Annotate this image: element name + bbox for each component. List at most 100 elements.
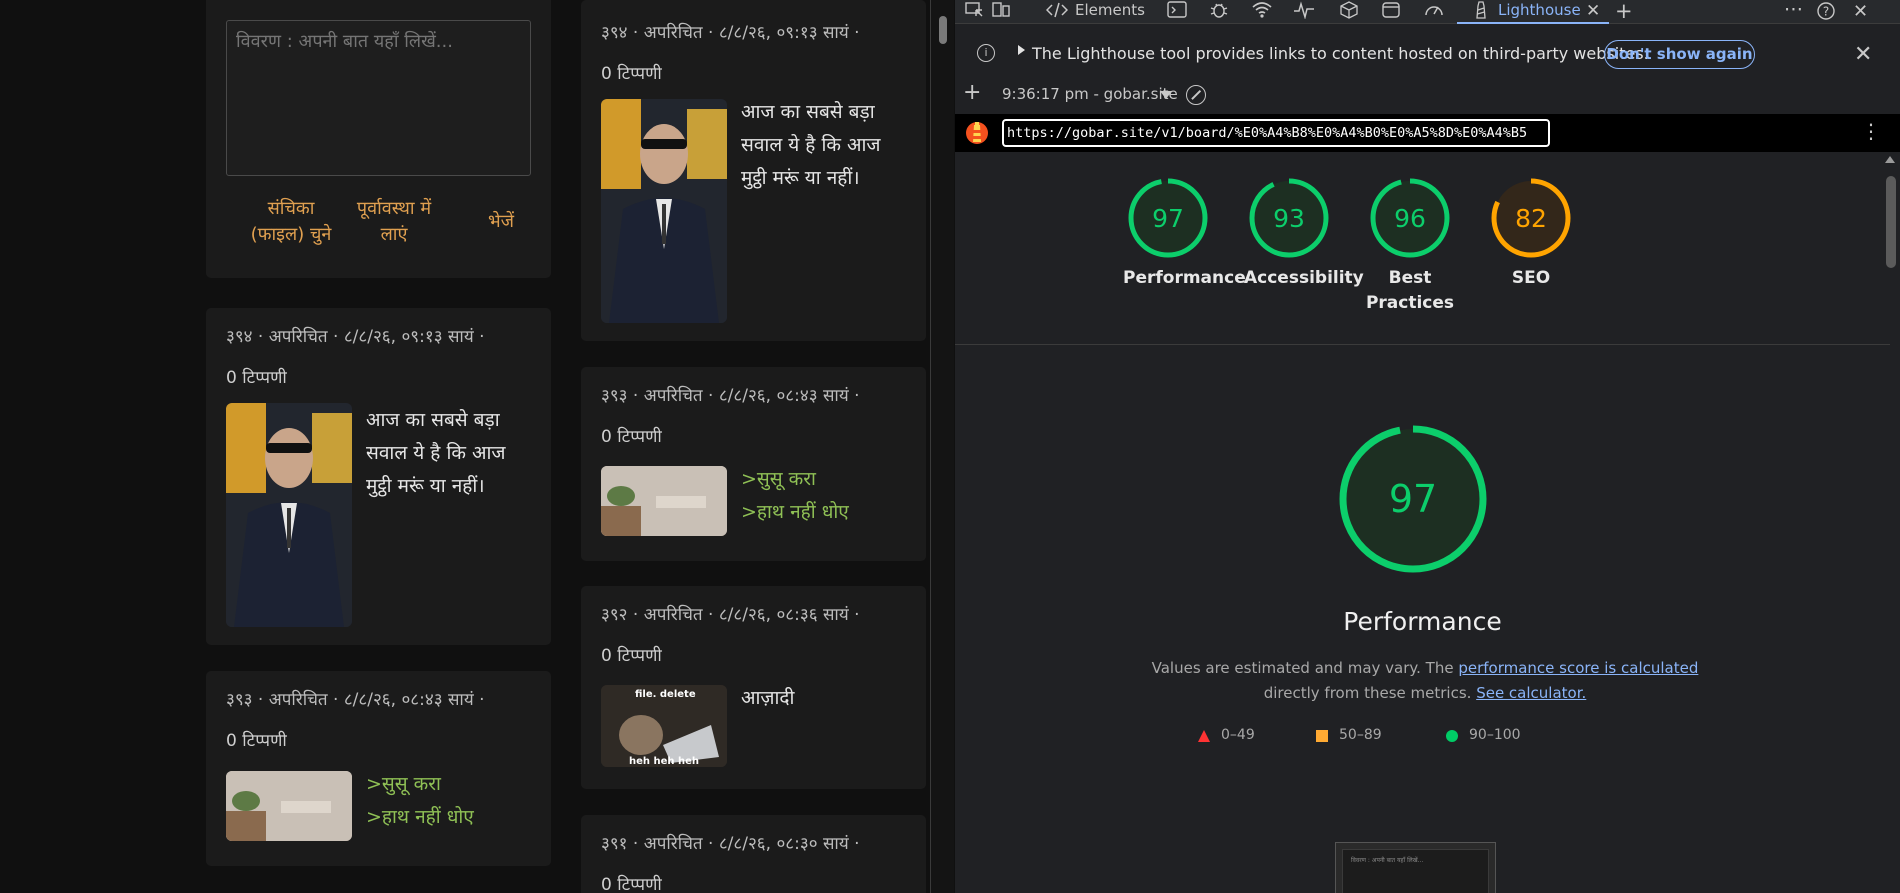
post-image[interactable] xyxy=(601,99,727,323)
comments-link[interactable]: 0 टिप्पणी xyxy=(601,643,662,666)
form-actions: संचिका (फाइल) चुने पूर्वावस्था में लाएं … xyxy=(226,196,531,256)
post-image-art xyxy=(226,403,352,627)
choose-file-label-1: संचिका xyxy=(267,198,315,219)
score-label: SEO xyxy=(1511,268,1551,288)
score-gauge-performance[interactable]: 97 Performance xyxy=(1123,176,1246,291)
clear-reports-icon[interactable] xyxy=(1186,85,1206,105)
dont-show-again-button[interactable]: Don't show again xyxy=(1604,40,1755,69)
application-icon[interactable] xyxy=(1381,1,1401,23)
memory-icon[interactable] xyxy=(1339,1,1359,23)
legend-pass: 90–100 xyxy=(1469,727,1521,743)
help-icon[interactable]: ? xyxy=(1816,1,1836,25)
performance-gauge-large: 97 xyxy=(1339,425,1487,573)
score-gauge-seo[interactable]: 82 SEO xyxy=(1486,176,1576,291)
report-scrollbar[interactable] xyxy=(1880,152,1900,893)
report-scrollbar-thumb[interactable] xyxy=(1886,176,1896,268)
info-bar: i The Lighthouse tool provides links to … xyxy=(955,36,1900,74)
desc-text: directly from these metrics. xyxy=(1263,684,1477,702)
legend-average: 50–89 xyxy=(1339,727,1382,743)
legend-fail: 0–49 xyxy=(1221,727,1255,743)
post-image[interactable] xyxy=(226,403,352,627)
report-selector[interactable]: 9:36:17 pm - gobar.site xyxy=(1002,85,1178,103)
lighthouse-icon xyxy=(1473,1,1489,23)
gauge-ring: 82 xyxy=(1491,178,1571,258)
post-card: ३९३ · अपरिचित · ८/८/२६, ०८:४३ सायं · 0 ट… xyxy=(206,671,551,866)
post-image[interactable] xyxy=(601,466,727,536)
see-calculator-link[interactable]: See calculator. xyxy=(1476,684,1586,702)
post-card: ३९४ · अपरिचित · ८/८/२६, ०९:१३ सायं · 0 ट… xyxy=(206,308,551,645)
tab-lighthouse[interactable]: Lighthouse xyxy=(1498,1,1581,19)
page-scrollbar[interactable] xyxy=(936,0,950,893)
post-form: संचिका (फाइल) चुने पूर्वावस्था में लाएं … xyxy=(206,0,551,278)
gauge-ring: 93 xyxy=(1249,178,1329,258)
post-text: आज़ादी xyxy=(741,687,795,709)
score-calculated-link[interactable]: performance score is calculated xyxy=(1458,659,1698,677)
post-image-art xyxy=(226,771,352,841)
devtools-tabbar: Elements Lighthouse ✕ + ⋯ ? ✕ xyxy=(955,0,1900,24)
post-meta: ३९१ · अपरिचित · ८/८/२६, ०८:३० सायं · xyxy=(601,834,860,854)
comments-link[interactable]: 0 टिप्पणी xyxy=(601,424,662,447)
post-meta: ३९४ · अपरिचित · ८/८/२६, ०९:१३ सायं · xyxy=(226,327,485,347)
post-image-art xyxy=(601,466,727,536)
new-report-icon[interactable]: + xyxy=(963,80,981,105)
comments-link[interactable]: 0 टिप्पणी xyxy=(601,61,662,84)
gauge-ring: 97 xyxy=(1128,178,1208,258)
console-icon[interactable] xyxy=(1167,1,1187,23)
bug-icon[interactable] xyxy=(1209,1,1229,23)
tab-elements[interactable]: Elements xyxy=(1075,1,1145,19)
add-tab-icon[interactable]: + xyxy=(1615,0,1633,23)
comments-link[interactable]: 0 टिप्पणी xyxy=(601,872,662,893)
more-icon[interactable]: ⋯ xyxy=(1784,0,1803,20)
choose-file-label-2: (फाइल) चुने xyxy=(250,224,332,245)
greentext-line: >सुसू करा xyxy=(741,468,816,490)
inspect-icon[interactable] xyxy=(965,1,985,23)
pass-circle-icon xyxy=(1446,730,1458,742)
score-value: 96 xyxy=(1394,204,1426,233)
gauge-icon[interactable] xyxy=(1423,1,1445,23)
page-scrollbar-thumb[interactable] xyxy=(939,16,947,44)
post-card: ३९३ · अपरिचित · ८/८/२६, ०८:४३ सायं · 0 ट… xyxy=(581,367,926,561)
page-screenshot-thumbnail[interactable]: विवरण : अपनी बात यहाँ लिखें... xyxy=(1335,842,1496,893)
expand-triangle-icon[interactable] xyxy=(1018,45,1025,55)
gauge-ring: 96 xyxy=(1370,178,1450,258)
scroll-up-arrow-icon[interactable] xyxy=(1885,156,1895,163)
performance-icon[interactable] xyxy=(1293,1,1315,23)
post-card: ३९२ · अपरिचित · ८/८/२६, ०८:३६ सायं · 0 ट… xyxy=(581,586,926,789)
score-label-line: Practices xyxy=(1365,293,1455,313)
device-icon[interactable] xyxy=(991,1,1011,23)
post-text: आज का सबसे बड़ा सवाल ये है कि आज मुट्ठी … xyxy=(366,409,506,497)
wifi-icon[interactable] xyxy=(1251,1,1273,23)
reset-button[interactable]: पूर्वावस्था में लाएं xyxy=(349,196,439,248)
report-url[interactable]: https://gobar.site/v1/board/%E0%A4%B8%E0… xyxy=(1002,119,1550,147)
reset-label-1: पूर्वावस्था में xyxy=(356,198,432,219)
post-text: आज का सबसे बड़ा सवाल ये है कि आज मुट्ठी … xyxy=(741,101,881,189)
score-gauge-accessibility[interactable]: 93 Accessibility xyxy=(1244,176,1364,291)
fail-triangle-icon xyxy=(1198,730,1210,742)
post-meta: ३९४ · अपरिचित · ८/८/२६, ०९:१३ सायं · xyxy=(601,23,860,43)
close-tab-icon[interactable]: ✕ xyxy=(1586,1,1600,21)
post-meta: ३९२ · अपरिचित · ८/८/२६, ०८:३६ सायं · xyxy=(601,605,860,625)
score-label: Best Practices xyxy=(1365,266,1455,316)
comments-link[interactable]: 0 टिप्पणी xyxy=(226,365,287,388)
info-text: The Lighthouse tool provides links to co… xyxy=(1032,44,1649,63)
post-image[interactable]: file. delete heh heh heh xyxy=(601,685,727,767)
post-card: ३९१ · अपरिचित · ८/८/२६, ०८:३० सायं · 0 ट… xyxy=(581,815,926,893)
score-gauge-best-practices[interactable]: 96 Best Practices xyxy=(1365,176,1455,316)
devtools-panel: Elements Lighthouse ✕ + ⋯ ? ✕ i The Ligh… xyxy=(955,0,1900,893)
send-button[interactable]: भेजें xyxy=(481,209,521,235)
performance-title: Performance xyxy=(1343,607,1502,636)
comments-link[interactable]: 0 टिप्पणी xyxy=(226,728,287,751)
report-menu-icon[interactable]: ⋮ xyxy=(1861,119,1881,143)
desc-text: Values are estimated and may vary. The xyxy=(1151,659,1459,677)
choose-file-button[interactable]: संचिका (फाइल) चुने xyxy=(246,196,336,248)
screenshot-text: विवरण : अपनी बात यहाँ लिखें... xyxy=(1351,857,1424,864)
description-textarea[interactable] xyxy=(226,20,531,176)
performance-description: Values are estimated and may vary. The p… xyxy=(1130,656,1720,706)
greentext-line: >हाथ नहीं धोए xyxy=(741,501,849,523)
greentext-line: >हाथ नहीं धोए xyxy=(366,806,474,828)
post-image[interactable] xyxy=(226,771,352,841)
close-infobar-icon[interactable]: ✕ xyxy=(1854,42,1872,67)
close-devtools-icon[interactable]: ✕ xyxy=(1853,1,1868,22)
dropdown-caret-icon[interactable] xyxy=(1160,91,1172,99)
meme-top-caption: file. delete xyxy=(635,689,696,700)
